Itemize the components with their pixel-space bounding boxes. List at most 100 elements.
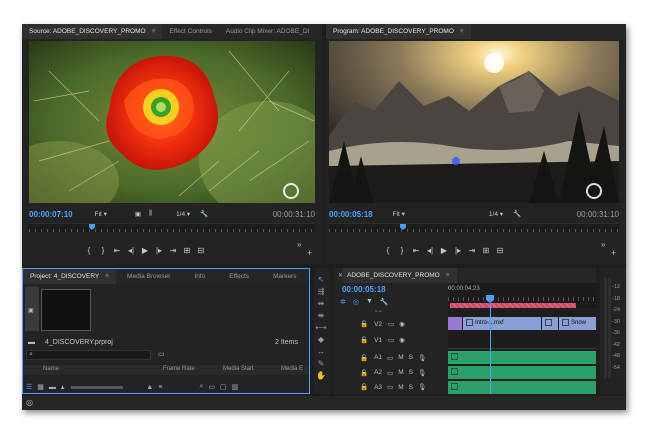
add-button-icon[interactable]: + bbox=[611, 248, 616, 258]
microphone-icon[interactable]: 🎙 bbox=[418, 369, 426, 377]
wrench-icon[interactable]: 🔧 bbox=[513, 210, 521, 218]
extract-icon[interactable]: ⊟ bbox=[493, 246, 507, 255]
eye-icon[interactable]: ◉ bbox=[399, 320, 405, 328]
column-media-end[interactable]: Media E bbox=[281, 366, 303, 372]
solo-button[interactable]: S bbox=[409, 354, 413, 361]
mute-button[interactable]: M bbox=[398, 369, 403, 376]
mark-in-icon[interactable]: { bbox=[82, 246, 96, 255]
microphone-icon[interactable]: 🎙 bbox=[418, 354, 426, 362]
zoom-out-icon[interactable]: ▴ bbox=[61, 383, 65, 391]
freeform-view-icon[interactable]: ▬ bbox=[49, 384, 56, 391]
mute-button[interactable]: M bbox=[398, 354, 403, 361]
step-back-icon[interactable]: ◂| bbox=[423, 246, 437, 255]
step-forward-icon[interactable]: |▸ bbox=[152, 246, 166, 255]
panel-menu-icon[interactable]: ≡ bbox=[105, 273, 109, 280]
rolling-edit-tool-icon[interactable]: ⇼ bbox=[314, 310, 328, 322]
tab-effects[interactable]: Effects bbox=[222, 269, 256, 284]
settings-bars-icon[interactable]: ⫼ bbox=[149, 210, 152, 218]
column-frame-rate[interactable]: Frame Rate bbox=[163, 366, 195, 372]
go-to-in-icon[interactable]: ⇤ bbox=[409, 246, 423, 255]
tab-info[interactable]: Info bbox=[187, 269, 212, 284]
new-bin-button-icon[interactable]: ▭ bbox=[208, 383, 215, 391]
column-media-start[interactable]: Media Start bbox=[223, 366, 254, 372]
lock-icon[interactable]: 🔓 bbox=[360, 354, 368, 362]
track-select-tool-icon[interactable]: ⇶ bbox=[314, 286, 328, 298]
status-eye-icon[interactable]: ◎ bbox=[26, 398, 33, 407]
snap-icon[interactable]: ✲ bbox=[340, 298, 346, 306]
work-area-bar[interactable] bbox=[450, 303, 576, 308]
more-controls-icon[interactable]: » bbox=[297, 240, 301, 249]
timeline-ruler[interactable]: 00:00:04:23 bbox=[448, 283, 596, 309]
trash-icon[interactable]: ▥ bbox=[232, 383, 239, 391]
lift-icon[interactable]: ⊞ bbox=[479, 246, 493, 255]
source-video-frame[interactable] bbox=[29, 41, 315, 203]
toggle-sync-icon[interactable]: ▭ bbox=[387, 354, 393, 362]
lock-icon[interactable]: 🔓 bbox=[360, 320, 368, 328]
lock-icon[interactable]: 🔓 bbox=[360, 369, 368, 377]
insert-icon[interactable]: ⊞ bbox=[180, 246, 194, 255]
column-name[interactable]: Name bbox=[43, 366, 59, 372]
tab-media-browser[interactable]: Media Browser bbox=[120, 269, 177, 284]
hand-tool-icon[interactable]: ✋ bbox=[314, 370, 328, 382]
project-thumbnail[interactable] bbox=[41, 289, 91, 331]
icon-view-icon[interactable]: ▦ bbox=[37, 383, 44, 391]
panel-menu-icon[interactable]: ≡ bbox=[460, 28, 464, 35]
tab-markers[interactable]: Markers bbox=[266, 269, 303, 284]
step-forward-icon[interactable]: |▸ bbox=[451, 246, 465, 255]
eye-icon[interactable]: ◉ bbox=[399, 336, 405, 344]
tab-sequence[interactable]: ADOBE_DISCOVERY_PROMO ≡ bbox=[343, 268, 457, 283]
toggle-sync-icon[interactable]: ▭ bbox=[387, 369, 393, 377]
clip-intro[interactable]: Intro-1.mxf bbox=[463, 317, 541, 330]
source-fit-select[interactable]: Fit ▾ bbox=[95, 210, 107, 218]
clip-v2-small[interactable] bbox=[542, 317, 558, 330]
tab-effect-controls[interactable]: Effect Controls bbox=[162, 24, 219, 39]
lock-icon[interactable]: 🔓 bbox=[360, 336, 368, 344]
ripple-edit-tool-icon[interactable]: ⇹ bbox=[314, 298, 328, 310]
program-resolution-select[interactable]: 1/4 ▾ bbox=[489, 210, 503, 218]
timeline-playhead-head[interactable] bbox=[486, 295, 494, 303]
go-to-out-icon[interactable]: ⇥ bbox=[465, 246, 479, 255]
rate-stretch-tool-icon[interactable]: ⟷ bbox=[314, 322, 328, 334]
mute-button[interactable]: M bbox=[398, 384, 403, 391]
clip-audio-a3[interactable] bbox=[448, 381, 596, 394]
list-view-icon[interactable]: ☰ bbox=[26, 383, 32, 391]
mark-out-icon[interactable]: } bbox=[395, 246, 409, 255]
add-marker-icon[interactable]: ▼ bbox=[366, 298, 373, 306]
panel-menu-icon[interactable]: ≡ bbox=[446, 272, 450, 279]
clip-v2-purple[interactable] bbox=[448, 317, 462, 330]
mark-out-icon[interactable]: } bbox=[96, 246, 110, 255]
clip-audio-a1[interactable] bbox=[448, 351, 596, 364]
pen-tool-icon[interactable]: ✎ bbox=[314, 358, 328, 370]
export-frame-icon[interactable]: ▣ bbox=[135, 210, 141, 218]
tab-program[interactable]: Program: ADOBE_DISCOVERY_PROMO ≡ bbox=[326, 24, 471, 39]
lock-icon[interactable]: 🔓 bbox=[360, 383, 368, 391]
tab-source[interactable]: Source: ADOBE_DISCOVERY_PROMO ≡ bbox=[22, 24, 163, 39]
wrench-icon[interactable]: 🔧 bbox=[200, 210, 208, 218]
clip-audio-a2[interactable] bbox=[448, 366, 596, 379]
slip-tool-icon[interactable]: ↔ bbox=[314, 346, 328, 358]
program-current-timecode[interactable]: 00:00:05:18 bbox=[329, 210, 373, 219]
program-time-ruler[interactable] bbox=[329, 223, 619, 232]
go-to-out-icon[interactable]: ⇥ bbox=[166, 246, 180, 255]
solo-button[interactable]: S bbox=[409, 384, 413, 391]
add-button-icon[interactable]: + bbox=[307, 248, 312, 258]
clip-snow[interactable]: Snow bbox=[559, 317, 596, 330]
step-back-icon[interactable]: ◂| bbox=[124, 246, 138, 255]
solo-button[interactable]: S bbox=[409, 369, 413, 376]
zoom-slider[interactable] bbox=[71, 385, 124, 389]
tab-project[interactable]: Project: 4_DISCOVERY ≡ bbox=[23, 269, 117, 284]
more-controls-icon[interactable]: » bbox=[601, 240, 605, 249]
sort-icon[interactable]: ▲ bbox=[146, 384, 153, 391]
linked-selection-icon[interactable]: ◎ bbox=[353, 298, 359, 306]
play-icon[interactable]: ▶ bbox=[138, 246, 152, 255]
timeline-settings-icon[interactable]: 🔧 bbox=[380, 298, 389, 306]
play-icon[interactable]: ▶ bbox=[437, 246, 451, 255]
toggle-sync-icon[interactable]: ▭ bbox=[387, 383, 393, 391]
selection-tool-icon[interactable]: ↖ bbox=[314, 274, 328, 286]
toggle-sync-icon[interactable]: ▭ bbox=[388, 336, 394, 344]
razor-tool-icon[interactable]: ◆ bbox=[314, 334, 328, 346]
source-resolution-select[interactable]: 1/4 ▾ bbox=[176, 210, 190, 218]
timeline-timecode[interactable]: 00:00:05:18 bbox=[342, 285, 386, 294]
project-search-input[interactable]: ⌕ bbox=[26, 350, 151, 360]
mark-in-icon[interactable]: { bbox=[381, 246, 395, 255]
